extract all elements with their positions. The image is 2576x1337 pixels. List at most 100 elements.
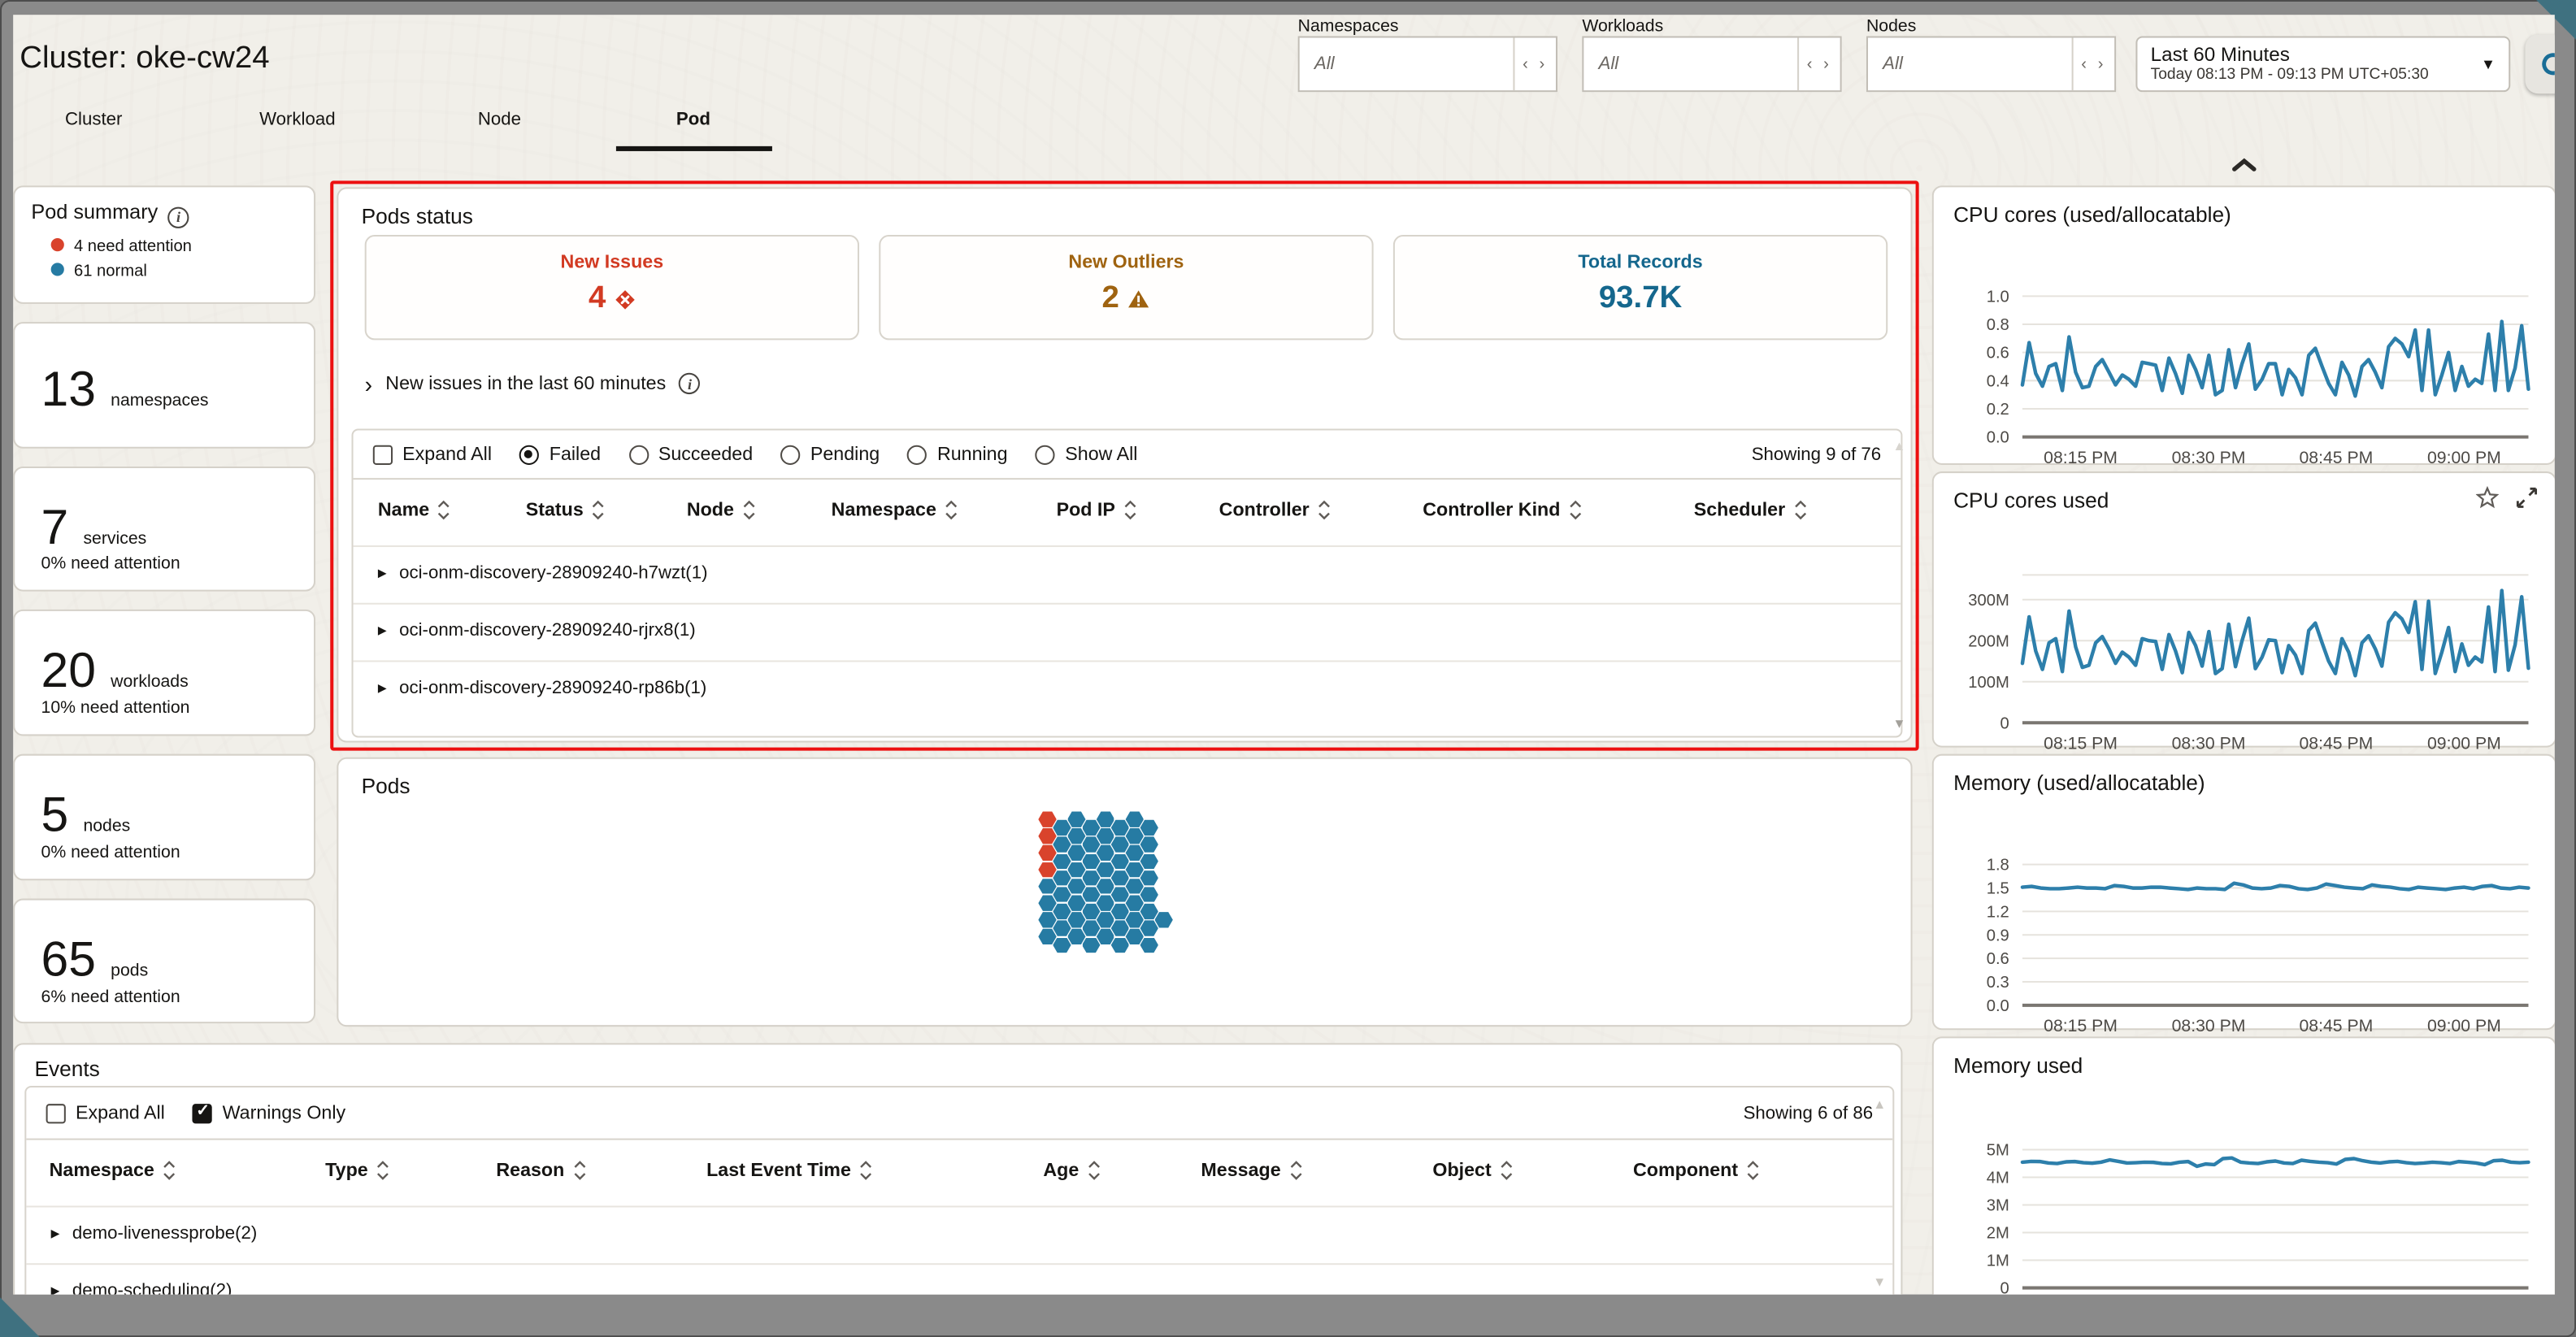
pod-hex-normal[interactable] bbox=[1111, 836, 1129, 852]
col-scheduler[interactable]: Scheduler bbox=[1694, 499, 1807, 520]
pod-hex-normal[interactable] bbox=[1097, 929, 1114, 944]
col-namespace[interactable]: Namespace bbox=[50, 1160, 176, 1181]
pod-hex-normal[interactable] bbox=[1126, 895, 1144, 910]
sort-icon[interactable] bbox=[1318, 499, 1331, 520]
show-all-radio[interactable] bbox=[1036, 445, 1055, 464]
pod-hex-normal[interactable] bbox=[1140, 853, 1158, 869]
pod-hex-normal[interactable] bbox=[1097, 912, 1114, 927]
pod-hex-normal[interactable] bbox=[1053, 820, 1071, 836]
sort-icon[interactable] bbox=[1500, 1160, 1513, 1181]
pod-hex-normal[interactable] bbox=[1082, 870, 1100, 886]
pod-hex-normal[interactable] bbox=[1140, 887, 1158, 902]
scroll-up-icon[interactable]: ▲ bbox=[1873, 1097, 1886, 1112]
succeeded-radio[interactable] bbox=[628, 445, 648, 464]
table-row[interactable]: ▶oci-onm-discovery-28909240-rp86b(1) bbox=[354, 660, 1901, 718]
sort-icon[interactable] bbox=[572, 1160, 585, 1181]
expand-icon[interactable] bbox=[2515, 486, 2538, 509]
radio-show-all[interactable]: Show All bbox=[1036, 445, 1138, 464]
pod-hex-normal[interactable] bbox=[1126, 879, 1144, 894]
failed-radio[interactable] bbox=[519, 445, 539, 464]
pod-hex-normal[interactable] bbox=[1111, 937, 1129, 953]
pod-hex-normal[interactable] bbox=[1140, 937, 1158, 953]
pod-hex-normal[interactable] bbox=[1038, 879, 1056, 894]
scroll-down-icon[interactable]: ▼ bbox=[1892, 716, 1905, 731]
sort-icon[interactable] bbox=[945, 499, 958, 520]
services-summary-card[interactable]: 7services 0% need attention bbox=[13, 467, 315, 592]
pod-hex-normal[interactable] bbox=[1053, 836, 1071, 852]
sort-icon[interactable] bbox=[592, 499, 605, 520]
radio-pending[interactable]: Pending bbox=[780, 445, 880, 464]
pod-hex-normal[interactable] bbox=[1082, 904, 1100, 919]
pod-hex-normal[interactable] bbox=[1097, 845, 1114, 861]
pod-hex-normal[interactable] bbox=[1126, 929, 1144, 944]
pod-hex-normal[interactable] bbox=[1082, 920, 1100, 935]
pod-hex-normal[interactable] bbox=[1126, 912, 1144, 927]
pod-hex-normal[interactable] bbox=[1126, 828, 1144, 844]
pod-hex-normal[interactable] bbox=[1140, 820, 1158, 836]
pod-hex-normal[interactable] bbox=[1038, 929, 1056, 944]
scroll-down-icon[interactable]: ▼ bbox=[1873, 1274, 1886, 1289]
pod-hex-normal[interactable] bbox=[1082, 937, 1100, 953]
col-last-event-time[interactable]: Last Event Time bbox=[706, 1160, 872, 1181]
scroll-up-icon[interactable]: ▲ bbox=[1892, 439, 1905, 454]
col-controller[interactable]: Controller bbox=[1219, 499, 1331, 520]
radio-succeeded[interactable]: Succeeded bbox=[628, 445, 753, 464]
collapse-filters-chevron[interactable] bbox=[2231, 151, 2257, 180]
sort-icon[interactable] bbox=[376, 1160, 389, 1181]
pod-hex-attention[interactable] bbox=[1038, 845, 1056, 861]
info-icon[interactable]: i bbox=[167, 206, 189, 228]
col-controller-kind[interactable]: Controller Kind bbox=[1423, 499, 1581, 520]
events-expand-all-checkbox[interactable] bbox=[46, 1103, 66, 1122]
info-icon[interactable]: i bbox=[679, 373, 700, 394]
pending-radio[interactable] bbox=[780, 445, 800, 464]
pod-hex-normal[interactable] bbox=[1082, 836, 1100, 852]
pod-hex-normal[interactable] bbox=[1140, 870, 1158, 886]
row-expand-caret-icon[interactable]: ▶ bbox=[378, 624, 387, 637]
col-reason[interactable]: Reason bbox=[496, 1160, 585, 1181]
pod-hex-normal[interactable] bbox=[1126, 845, 1144, 861]
radio-running[interactable]: Running bbox=[908, 445, 1008, 464]
pod-hex-normal[interactable] bbox=[1140, 904, 1158, 919]
pod-hex-normal[interactable] bbox=[1053, 870, 1071, 886]
pod-hex-normal[interactable] bbox=[1111, 887, 1129, 902]
pod-hex-normal[interactable] bbox=[1097, 811, 1114, 827]
pod-hex-normal[interactable] bbox=[1154, 912, 1172, 927]
pod-hex-normal[interactable] bbox=[1111, 920, 1129, 935]
star-icon[interactable] bbox=[2476, 486, 2499, 509]
nodes-filter-combobox[interactable]: All ‹ › bbox=[1866, 36, 2116, 92]
pod-hex-normal[interactable] bbox=[1126, 862, 1144, 877]
expand-all-checkbox[interactable] bbox=[373, 445, 393, 464]
workloads-summary-card[interactable]: 20workloads 10% need attention bbox=[13, 610, 315, 736]
pod-hex-normal[interactable] bbox=[1067, 828, 1085, 844]
col-object[interactable]: Object bbox=[1432, 1160, 1513, 1181]
pod-hex-normal[interactable] bbox=[1038, 895, 1056, 910]
sort-icon[interactable] bbox=[1569, 499, 1582, 520]
col-namespace[interactable]: Namespace bbox=[832, 499, 958, 520]
col-component[interactable]: Component bbox=[1633, 1160, 1759, 1181]
pod-summary-card[interactable]: Pod summaryi 4 need attention 61 normal bbox=[13, 185, 315, 304]
combobox-stepper-icons[interactable]: ‹ › bbox=[1797, 37, 1840, 90]
pod-hex-normal[interactable] bbox=[1067, 845, 1085, 861]
row-expand-caret-icon[interactable]: ▶ bbox=[51, 1227, 60, 1240]
sort-icon[interactable] bbox=[1087, 1160, 1100, 1181]
new-outliers-stat-card[interactable]: New Outliers 2 bbox=[879, 235, 1373, 340]
col-pod-ip[interactable]: Pod IP bbox=[1057, 499, 1137, 520]
table-row[interactable]: ▶demo-livenessprobe(2) bbox=[26, 1205, 1892, 1263]
pod-hex-normal[interactable] bbox=[1111, 853, 1129, 869]
pod-hex-normal[interactable] bbox=[1067, 811, 1085, 827]
pod-hex-normal[interactable] bbox=[1097, 828, 1114, 844]
sort-icon[interactable] bbox=[859, 1160, 872, 1181]
table-row[interactable]: ▶oci-onm-discovery-28909240-rjrx8(1) bbox=[354, 603, 1901, 661]
time-range-selector[interactable]: Last 60 Minutes Today 08:13 PM - 09:13 P… bbox=[2135, 36, 2510, 92]
pod-hex-normal[interactable] bbox=[1053, 853, 1071, 869]
pod-hex-normal[interactable] bbox=[1140, 836, 1158, 852]
pod-hex-normal[interactable] bbox=[1126, 811, 1144, 827]
col-name[interactable]: Name bbox=[378, 499, 451, 520]
row-expand-caret-icon[interactable]: ▶ bbox=[378, 682, 387, 695]
pod-hex-attention[interactable] bbox=[1038, 862, 1056, 877]
pod-hex-normal[interactable] bbox=[1038, 912, 1056, 927]
sort-icon[interactable] bbox=[1289, 1160, 1302, 1181]
pod-hex-normal[interactable] bbox=[1097, 862, 1114, 877]
sort-icon[interactable] bbox=[1793, 499, 1806, 520]
pod-hex-attention[interactable] bbox=[1038, 828, 1056, 844]
